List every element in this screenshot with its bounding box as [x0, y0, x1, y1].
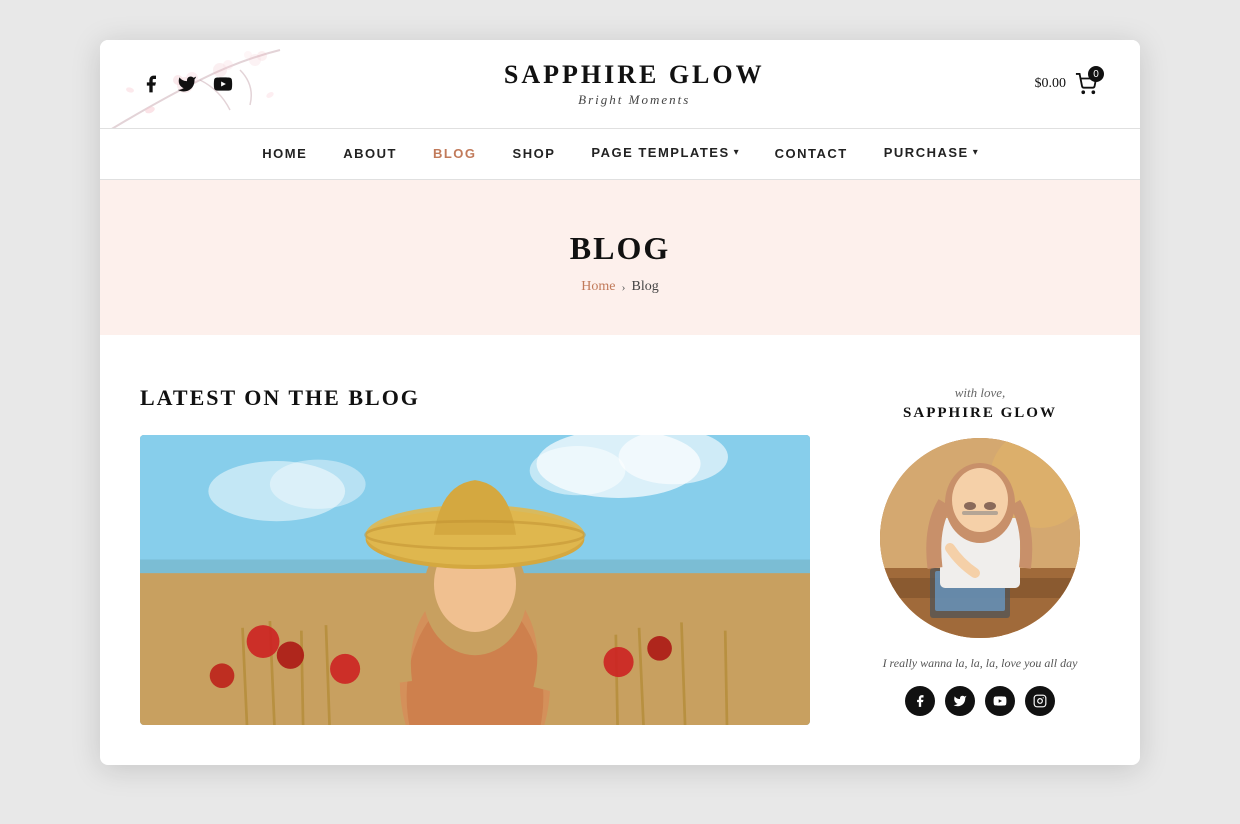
- nav-item-blog[interactable]: BLOG: [433, 145, 477, 163]
- blog-main: LATEST ON THE BLOG: [140, 385, 810, 725]
- sidebar-with-love: with love,: [860, 385, 1100, 401]
- nav-item-shop[interactable]: SHOP: [513, 145, 556, 163]
- nav-link-about[interactable]: ABOUT: [343, 146, 397, 161]
- sidebar-avatar: [880, 438, 1080, 638]
- site-header: SAPPHIRE GLOW Bright Moments $0.00 0: [100, 40, 1140, 129]
- nav-link-home[interactable]: HOME: [262, 146, 307, 161]
- browser-window: SAPPHIRE GLOW Bright Moments $0.00 0: [100, 40, 1140, 765]
- sidebar-brand-name: SAPPHIRE GLOW: [860, 405, 1100, 422]
- breadcrumb-current: Blog: [631, 279, 658, 295]
- breadcrumb-home-link[interactable]: Home: [581, 279, 615, 295]
- site-tagline: Bright Moments: [234, 92, 1035, 108]
- featured-post-image[interactable]: [140, 435, 810, 725]
- site-nav: HOME ABOUT BLOG SHOP PAGE TEMPLATES ▾ CO…: [100, 129, 1140, 180]
- site-title: SAPPHIRE GLOW: [234, 60, 1035, 90]
- twitter-icon[interactable]: [176, 73, 198, 95]
- page-templates-arrow: ▾: [734, 147, 739, 158]
- nav-menu: HOME ABOUT BLOG SHOP PAGE TEMPLATES ▾ CO…: [262, 129, 978, 179]
- breadcrumb-separator: ›: [621, 280, 625, 295]
- youtube-icon[interactable]: [212, 73, 234, 95]
- nav-link-shop[interactable]: SHOP: [513, 146, 556, 161]
- sidebar-social-icons: [860, 686, 1100, 716]
- cart-price: $0.00: [1035, 76, 1067, 92]
- sidebar-quote: I really wanna la, la, la, love you all …: [860, 654, 1100, 672]
- breadcrumb: Home › Blog: [120, 279, 1120, 295]
- header-cart[interactable]: $0.00 0: [1035, 70, 1101, 98]
- latest-on-blog-title: LATEST ON THE BLOG: [140, 385, 810, 411]
- nav-item-purchase[interactable]: PURCHASE ▾: [884, 145, 978, 163]
- cart-badge: 0: [1088, 66, 1104, 82]
- nav-link-page-templates[interactable]: PAGE TEMPLATES: [591, 145, 729, 160]
- page-hero: BLOG Home › Blog: [100, 180, 1140, 335]
- purchase-arrow: ▾: [973, 147, 978, 158]
- nav-link-blog[interactable]: BLOG: [433, 146, 477, 161]
- nav-item-home[interactable]: HOME: [262, 145, 307, 163]
- nav-item-page-templates[interactable]: PAGE TEMPLATES ▾: [591, 145, 738, 163]
- facebook-icon[interactable]: [140, 73, 162, 95]
- nav-item-about[interactable]: ABOUT: [343, 145, 397, 163]
- site-branding: SAPPHIRE GLOW Bright Moments: [234, 60, 1035, 108]
- main-content: LATEST ON THE BLOG: [100, 335, 1140, 765]
- sidebar-instagram-icon[interactable]: [1025, 686, 1055, 716]
- nav-item-contact[interactable]: CONTACT: [775, 145, 848, 163]
- blog-sidebar: with love, SAPPHIRE GLOW: [860, 385, 1100, 716]
- nav-link-purchase[interactable]: PURCHASE: [884, 145, 969, 160]
- sidebar-youtube-icon[interactable]: [985, 686, 1015, 716]
- header-social-icons: [140, 73, 234, 95]
- sidebar-twitter-icon[interactable]: [945, 686, 975, 716]
- sidebar-facebook-icon[interactable]: [905, 686, 935, 716]
- header-inner: SAPPHIRE GLOW Bright Moments $0.00 0: [140, 60, 1100, 108]
- nav-link-contact[interactable]: CONTACT: [775, 146, 848, 161]
- cart-icon[interactable]: 0: [1072, 70, 1100, 98]
- page-hero-title: BLOG: [120, 230, 1120, 267]
